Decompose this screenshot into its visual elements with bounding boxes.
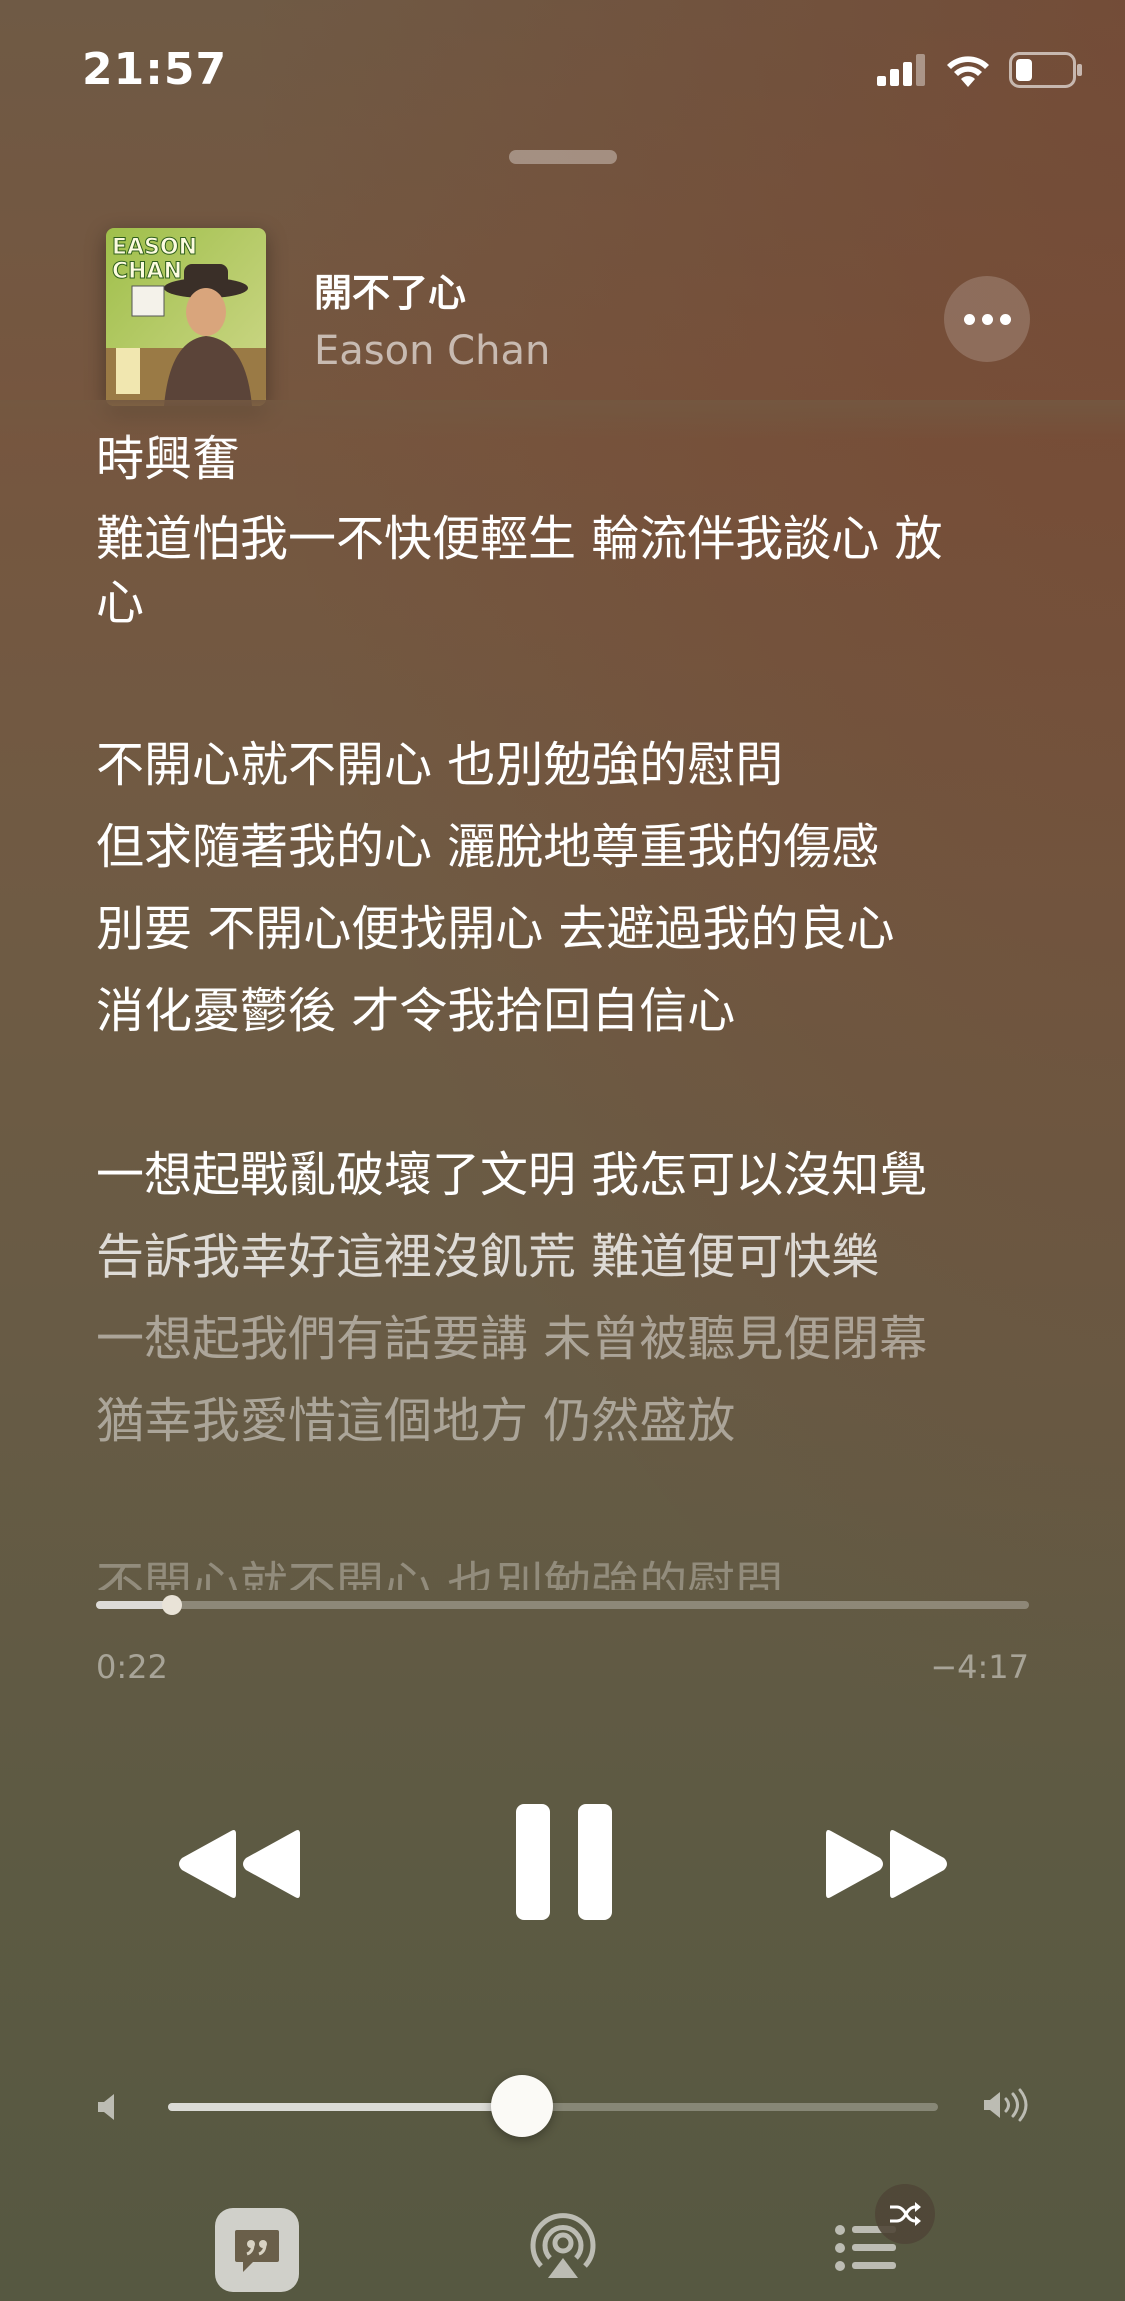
- lyric-line[interactable]: 猶幸我愛惜這個地方 仍然盛放: [96, 1386, 1056, 1456]
- progress-fill: [96, 1601, 172, 1609]
- status-icons: [877, 48, 1083, 92]
- shuffle-button[interactable]: [875, 2184, 935, 2244]
- lyric-line[interactable]: 告訴我幸好這裡沒飢荒 難道便可快樂: [96, 1222, 1056, 1292]
- song-title[interactable]: 開不了心: [314, 262, 466, 317]
- fast-forward-button[interactable]: [822, 1826, 952, 1902]
- lyrics-button[interactable]: [215, 2208, 299, 2292]
- progress-knob[interactable]: [161, 1595, 182, 1615]
- pause-icon: [516, 1804, 612, 1920]
- airplay-button[interactable]: [528, 2210, 598, 2280]
- shuffle-icon: [890, 2202, 921, 2226]
- lyric-line[interactable]: 別要 不開心便找開心 去避過我的良心: [96, 894, 1056, 964]
- volume-low-icon: [98, 2094, 114, 2120]
- rewind-icon: [179, 1830, 300, 1898]
- elapsed-time: 0:22: [96, 1648, 168, 1686]
- fast-forward-icon: [826, 1830, 947, 1898]
- lyric-line[interactable]: 但求隨著我的心 灑脫地尊重我的傷感: [96, 812, 1056, 882]
- lyrics-view[interactable]: 時興奮 難道怕我一不快便輕生 輪流伴我談心 放 心 不開心就不開心 也別勉強的慰…: [96, 400, 1056, 1590]
- volume-knob[interactable]: [491, 2075, 554, 2137]
- battery-icon: [1009, 52, 1082, 88]
- lyric-line[interactable]: 消化憂鬱後 才令我拾回自信心: [96, 976, 1056, 1046]
- remaining-time: −4:17: [930, 1648, 1029, 1686]
- more-options-button[interactable]: [944, 276, 1030, 362]
- volume-slider[interactable]: [168, 2075, 938, 2137]
- lyric-line[interactable]: 一想起我們有話要講 未曾被聽見便閉幕: [96, 1304, 1056, 1374]
- lyric-line[interactable]: 難道怕我一不快便輕生 輪流伴我談心 放: [96, 504, 1056, 574]
- lyrics-quote-icon: [235, 2230, 279, 2272]
- artwork-lettering: EASON: [112, 235, 197, 260]
- playback-progress-bar[interactable]: [96, 1595, 1029, 1615]
- rewind-button[interactable]: [174, 1826, 304, 1902]
- album-artwork[interactable]: EASON CHAN: [106, 228, 266, 406]
- song-artist[interactable]: Eason Chan: [314, 328, 550, 374]
- volume-fill: [168, 2103, 523, 2111]
- lyric-line[interactable]: 一想起戰亂破壞了文明 我怎可以沒知覺: [96, 1140, 1056, 1210]
- status-time: 21:57: [82, 44, 228, 95]
- wifi-icon: [947, 56, 989, 87]
- volume-high-icon: [984, 2088, 1028, 2122]
- lyrics-fade: [0, 400, 1125, 440]
- svg-text:CHAN: CHAN: [112, 259, 182, 284]
- lyric-line[interactable]: 心: [96, 568, 1056, 638]
- sheet-grabber[interactable]: [509, 150, 617, 164]
- pause-button[interactable]: [514, 1804, 614, 1920]
- cellular-signal-icon: [877, 54, 925, 86]
- lyric-line[interactable]: 不開心就不開心 也別勉強的慰問: [96, 730, 1056, 800]
- lyric-line[interactable]: 不開心就不開心 也別勉強的慰問: [96, 1550, 1056, 1590]
- ellipsis-icon: [963, 313, 975, 325]
